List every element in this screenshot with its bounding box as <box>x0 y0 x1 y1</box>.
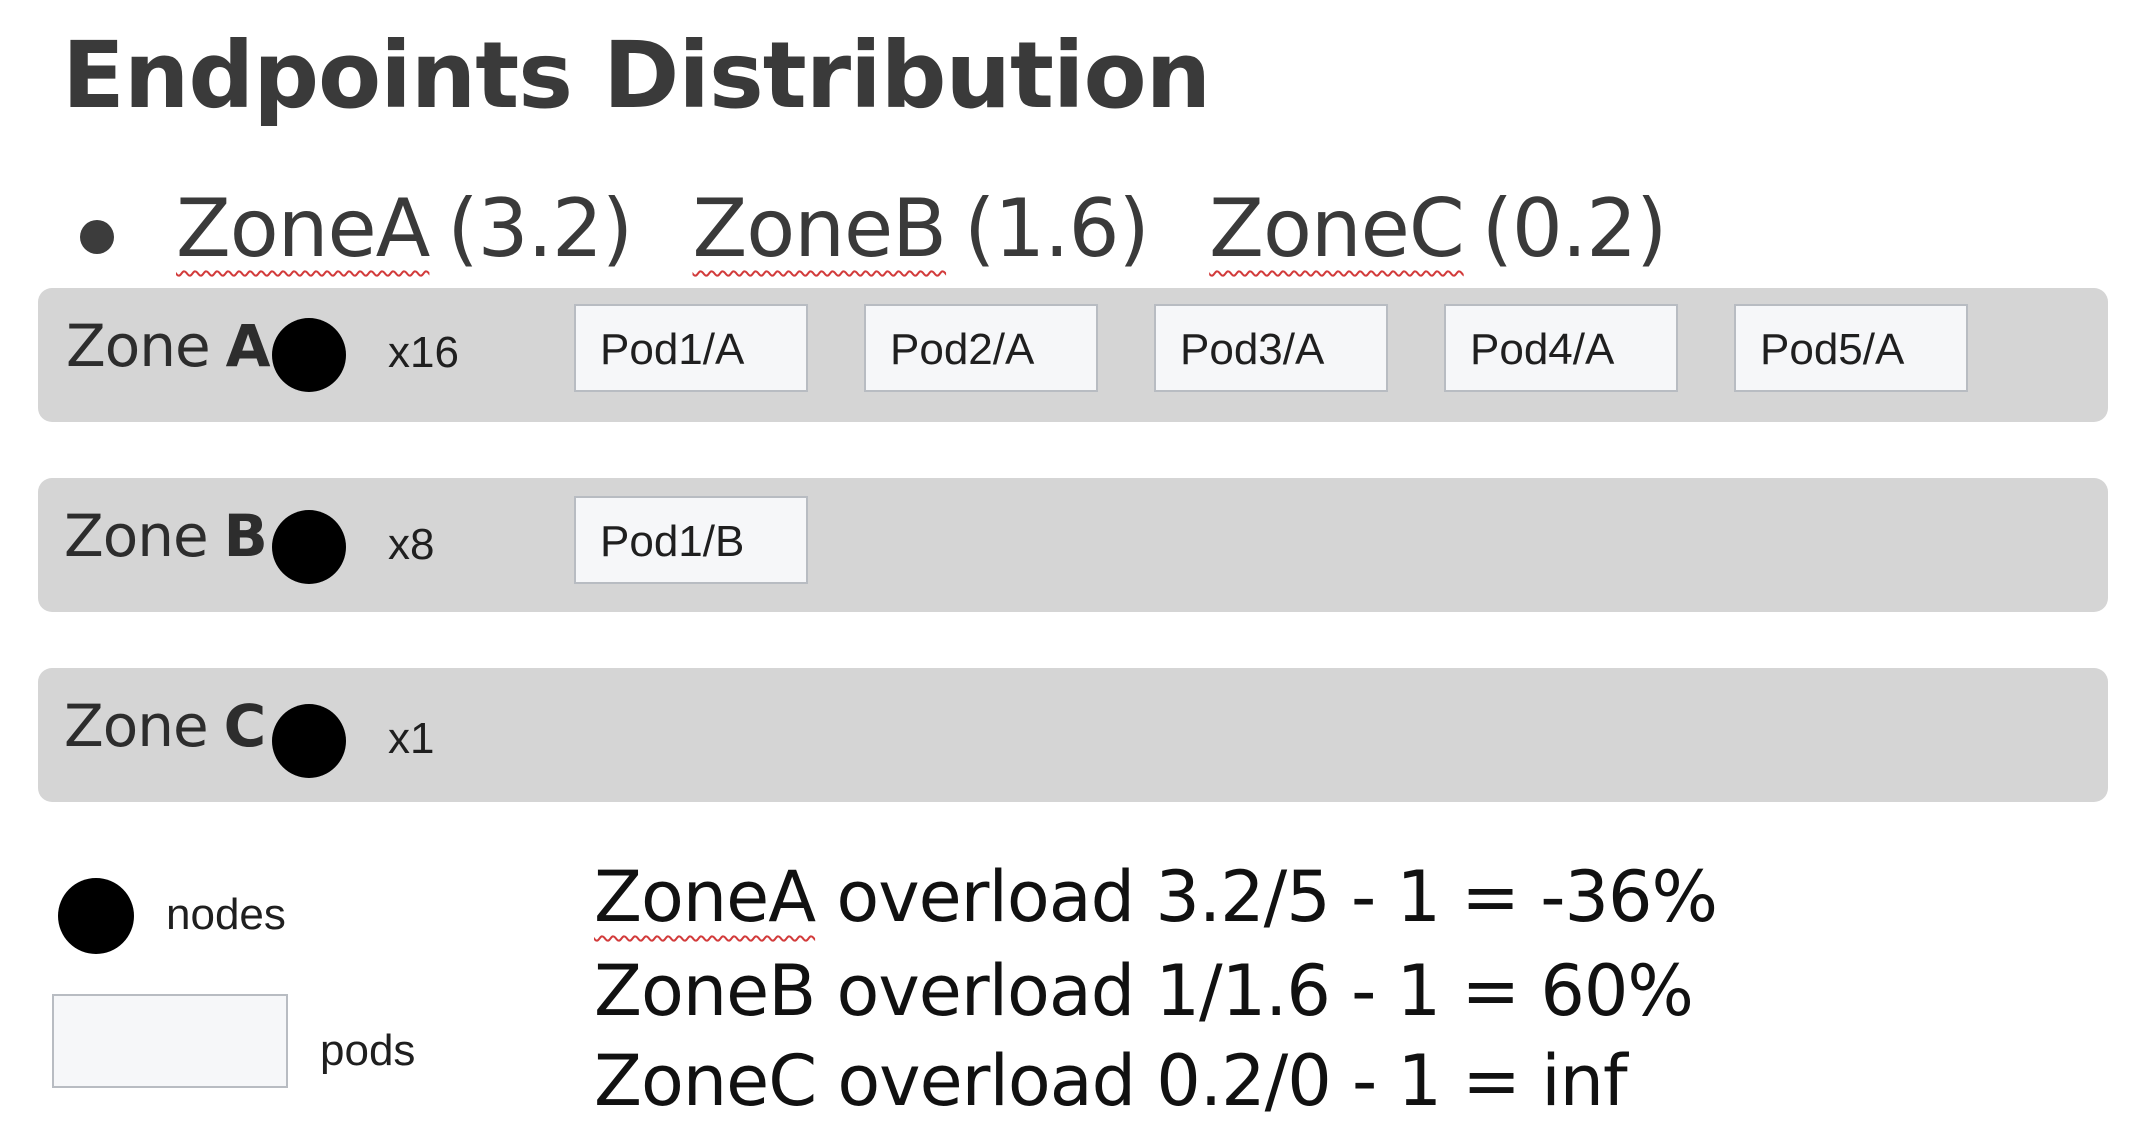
zone-b-node-count: x8 <box>388 520 435 569</box>
zone-b-letter: B <box>223 502 268 570</box>
zone-b-bar <box>38 478 2108 612</box>
calc-zone-c: ZoneC overload 0.2/0 - 1 = inf <box>594 1040 1628 1122</box>
zone-c-bar <box>38 668 2108 802</box>
zone-weight-c-name: ZoneC <box>1209 182 1465 275</box>
legend-pod-icon <box>52 994 288 1088</box>
zone-weight-c: ZoneC (0.2) <box>1209 182 1684 275</box>
zone-a-pod-2: Pod2/A <box>864 304 1098 392</box>
zone-a-label: Zone A <box>66 312 271 380</box>
page-title: Endpoints Distribution <box>62 22 1211 129</box>
calc-zone-b-name: ZoneB <box>594 950 816 1032</box>
zone-a-node-icon <box>272 318 346 392</box>
calc-zone-c-text: overload 0.2/0 - 1 = inf <box>816 1040 1627 1122</box>
zone-c-label: Zone C <box>64 692 267 760</box>
zone-c-prefix: Zone <box>64 692 209 760</box>
calc-zone-b: ZoneB overload 1/1.6 - 1 = 60% <box>594 950 1694 1032</box>
zone-weight-a-name: ZoneA <box>176 182 430 275</box>
legend-pods-label: pods <box>320 1026 416 1075</box>
zone-b-label: Zone B <box>64 502 268 570</box>
zone-weight-a: ZoneA (3.2) <box>176 182 650 275</box>
calc-zone-b-text: overload 1/1.6 - 1 = 60% <box>815 950 1694 1032</box>
calc-zone-c-name: ZoneC <box>594 1040 817 1122</box>
zone-a-pod-1: Pod1/A <box>574 304 808 392</box>
zone-a-pod-4: Pod4/A <box>1444 304 1678 392</box>
zone-c-node-count: x1 <box>388 714 435 763</box>
calc-zone-a-name: ZoneA <box>594 856 816 938</box>
calc-zone-a-text: overload 3.2/5 - 1 = -36% <box>815 856 1718 938</box>
zone-weight-b-name: ZoneB <box>692 182 948 275</box>
zone-weight-a-value: (3.2) <box>447 182 633 275</box>
bullet-icon <box>80 220 114 254</box>
zone-weight-b: ZoneB (1.6) <box>693 182 1167 275</box>
zone-c-letter: C <box>223 692 267 760</box>
zone-c-node-icon <box>272 704 346 778</box>
zone-weight-c-value: (0.2) <box>1481 182 1668 275</box>
zone-b-prefix: Zone <box>64 502 209 570</box>
calc-zone-a: ZoneA overload 3.2/5 - 1 = -36% <box>594 856 1718 938</box>
zone-weight-b-value: (1.6) <box>964 182 1150 275</box>
legend-nodes-label: nodes <box>166 890 286 939</box>
zone-a-node-count: x16 <box>388 328 459 377</box>
zone-a-prefix: Zone <box>66 312 211 380</box>
zone-weights-line: ZoneA (3.2) ZoneB (1.6) ZoneC (0.2) <box>176 182 1702 275</box>
zone-a-letter: A <box>225 312 271 380</box>
zone-b-pod-1: Pod1/B <box>574 496 808 584</box>
legend-node-icon <box>58 878 134 954</box>
zone-b-node-icon <box>272 510 346 584</box>
zone-a-pod-5: Pod5/A <box>1734 304 1968 392</box>
zone-a-pod-3: Pod3/A <box>1154 304 1388 392</box>
